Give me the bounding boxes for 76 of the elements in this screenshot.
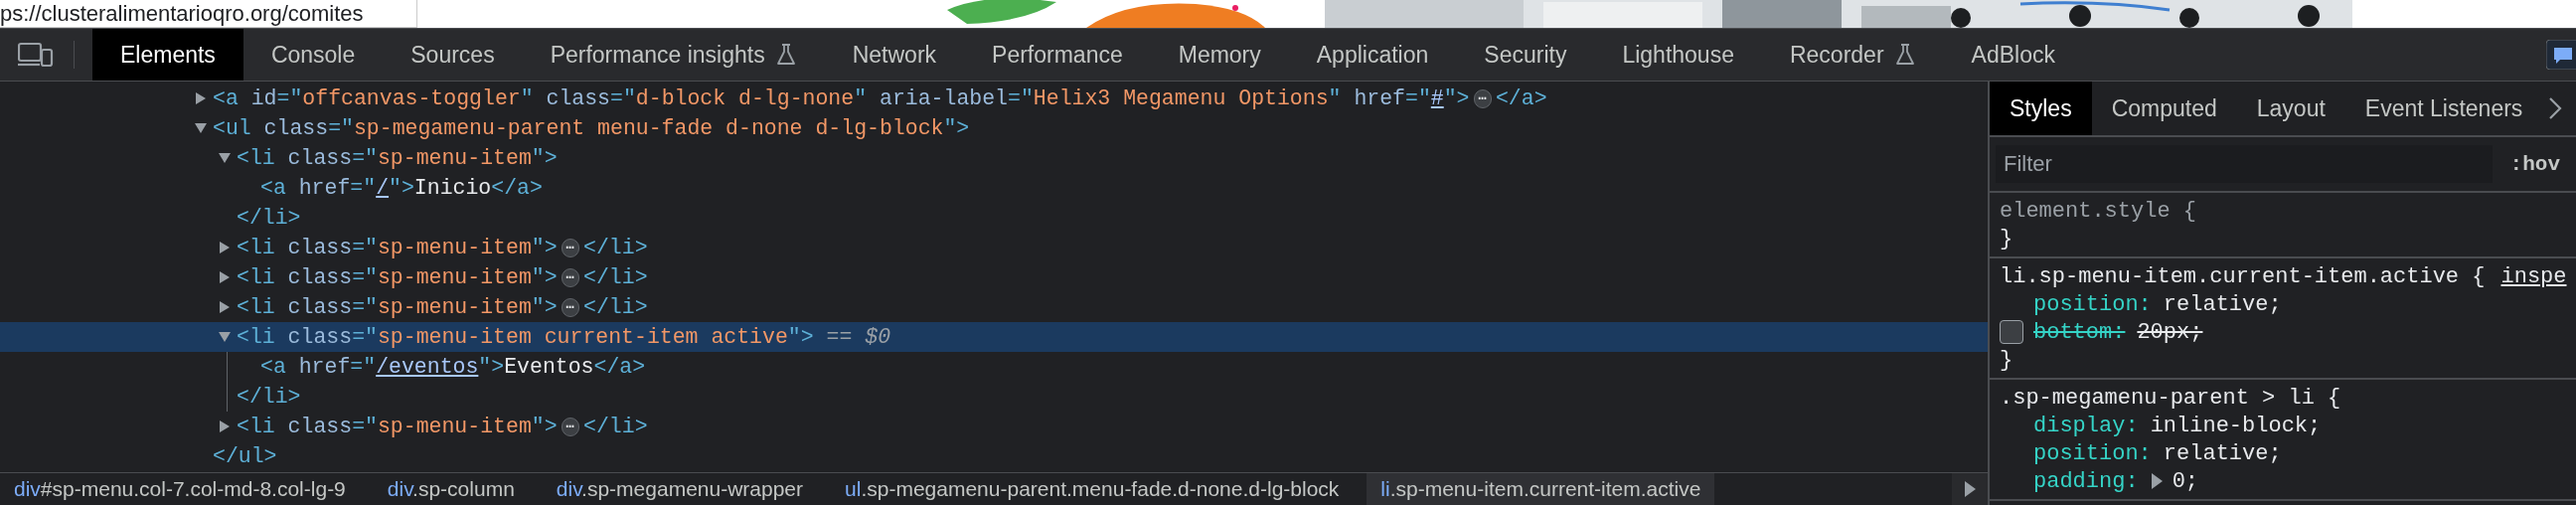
panel-tab[interactable]: Memory: [1150, 29, 1289, 81]
tree-row[interactable]: <a href="/">Inicio</a>: [0, 173, 1988, 203]
device-toggle-icon[interactable]: [18, 42, 54, 68]
closing-brace: }: [2000, 226, 2013, 252]
collapsed-triangle-icon[interactable]: [219, 421, 231, 432]
expand-triangle-icon[interactable]: [2150, 473, 2163, 489]
css-value: 0;: [2172, 468, 2199, 494]
code-line: <li class="sp-menu-item">: [237, 146, 558, 170]
tree-row[interactable]: <ul class="sp-megamenu-parent menu-fade d-none d-lg-block">: [0, 113, 1988, 143]
css-property: bottom:: [2033, 319, 2126, 345]
panel-tab[interactable]: Application: [1288, 29, 1457, 81]
speech-bubble-icon[interactable]: [2546, 40, 2576, 70]
css-property: padding:: [2033, 468, 2139, 494]
css-property: position:: [2033, 440, 2152, 466]
css-value: inline-block;: [2150, 413, 2322, 438]
panel-tab[interactable]: Lighthouse: [1594, 29, 1762, 81]
url-tooltip: ps://clusteralimentarioqro.org/comites: [0, 0, 417, 28]
css-selector: element.style {: [2000, 198, 2197, 224]
code-line: <li class="sp-menu-item"> ⋯ </li>: [237, 415, 648, 438]
code-line: <li class="sp-menu-item"> ⋯ </li>: [237, 265, 648, 289]
expanded-triangle-icon[interactable]: [219, 152, 231, 164]
panel-tab[interactable]: AdBlock: [1943, 29, 2083, 81]
source-link[interactable]: inspe: [2500, 263, 2567, 289]
code-line: <li class="sp-menu-item"> ⋯ </li>: [237, 236, 648, 259]
code-line: <a href="/eventos">Eventos</a>: [260, 355, 646, 379]
sidebar-tab[interactable]: Styles: [1990, 82, 2092, 135]
css-property: display:: [2033, 413, 2139, 438]
closing-tag: </ul>: [213, 444, 277, 468]
code-line: <a href="/">Inicio</a>: [260, 176, 543, 200]
collapsed-triangle-icon[interactable]: [219, 301, 231, 313]
collapsed-triangle-icon[interactable]: [219, 271, 231, 283]
css-value: relative;: [2163, 291, 2282, 317]
breadcrumb[interactable]: div#sp-menu.col-7.col-md-8.col-lg-9: [0, 473, 360, 505]
tree-row[interactable]: <li class="sp-menu-item"> ⋯ </li>: [0, 412, 1988, 441]
breadcrumb[interactable]: div.sp-column: [373, 473, 529, 505]
sidebar-tab[interactable]: Layout: [2236, 82, 2345, 135]
collapsed-triangle-icon[interactable]: [219, 242, 231, 253]
code-line: <li class="sp-menu-item current-item active"> == $0: [237, 325, 891, 349]
checkbox[interactable]: [2000, 320, 2023, 344]
code-line: <ul class="sp-megamenu-parent menu-fade d-none d-lg-block">: [213, 116, 970, 140]
closing-tag: </li>: [237, 385, 301, 409]
panel-tab[interactable]: Network: [824, 29, 965, 81]
panel-tab[interactable]: Elements: [92, 29, 243, 81]
breadcrumb[interactable]: ul.sp-megamenu-parent.menu-fade.d-none.d-lg-block: [831, 473, 1354, 505]
tree-row[interactable]: <li class="sp-menu-item"> ⋯ </li>: [0, 292, 1988, 322]
css-value: relative;: [2163, 440, 2282, 466]
css-selector: .sp-megamenu-parent > li {: [2000, 385, 2341, 411]
hover-state-toggle[interactable]: :hov: [2509, 152, 2570, 176]
collapsed-triangle-icon[interactable]: [195, 92, 207, 104]
panel-tab[interactable]: Performance: [964, 29, 1151, 81]
filter-field[interactable]: Filter: [1996, 145, 2493, 183]
tree-row[interactable]: <li class="sp-menu-item current-item active"> == $0: [0, 322, 1988, 352]
tree-row[interactable]: <a id="offcanvas-toggler" class="d-block d-lg-none" aria-label="Helix3 Megamenu Options" href="#"> ⋯ </a>: [0, 84, 1988, 113]
sidebar-tab[interactable]: Computed: [2091, 82, 2237, 135]
breadcrumb[interactable]: li.sp-menu-item.current-item.active: [1367, 473, 1715, 505]
scroll-right-icon[interactable]: [1964, 481, 1976, 497]
panel-tab[interactable]: Sources: [383, 29, 523, 81]
panel-tab[interactable]: Security: [1456, 29, 1595, 81]
closing-tag: </li>: [237, 206, 301, 230]
panel-tab[interactable]: Recorder: [1761, 29, 1944, 81]
tree-row[interactable]: <li class="sp-menu-item">: [0, 143, 1988, 173]
panel-tab[interactable]: Performance insights: [522, 29, 825, 81]
panel-tab[interactable]: Console: [242, 29, 384, 81]
tree-row[interactable]: <li class="sp-menu-item"> ⋯ </li>: [0, 262, 1988, 292]
css-value: 20px;: [2137, 319, 2203, 345]
sidebar-tab[interactable]: Event Listeners: [2344, 82, 2543, 135]
expanded-triangle-icon[interactable]: [195, 122, 207, 134]
expanded-triangle-icon[interactable]: [219, 331, 231, 343]
css-property: position:: [2033, 291, 2152, 317]
more-tabs-icon[interactable]: [2548, 97, 2563, 119]
closing-brace: }: [2000, 347, 2013, 373]
breadcrumb[interactable]: div.sp-megamenu-wrapper: [542, 473, 818, 505]
tree-row[interactable]: <li class="sp-menu-item"> ⋯ </li>: [0, 233, 1988, 262]
code-line: <li class="sp-menu-item"> ⋯ </li>: [237, 295, 648, 319]
css-selector: li.sp-menu-item.current-item.active {: [2000, 263, 2486, 289]
code-line: <a id="offcanvas-toggler" class="d-block d-lg-none" aria-label="Helix3 Megamenu Options" href="#"> ⋯ </a>: [213, 86, 1547, 110]
